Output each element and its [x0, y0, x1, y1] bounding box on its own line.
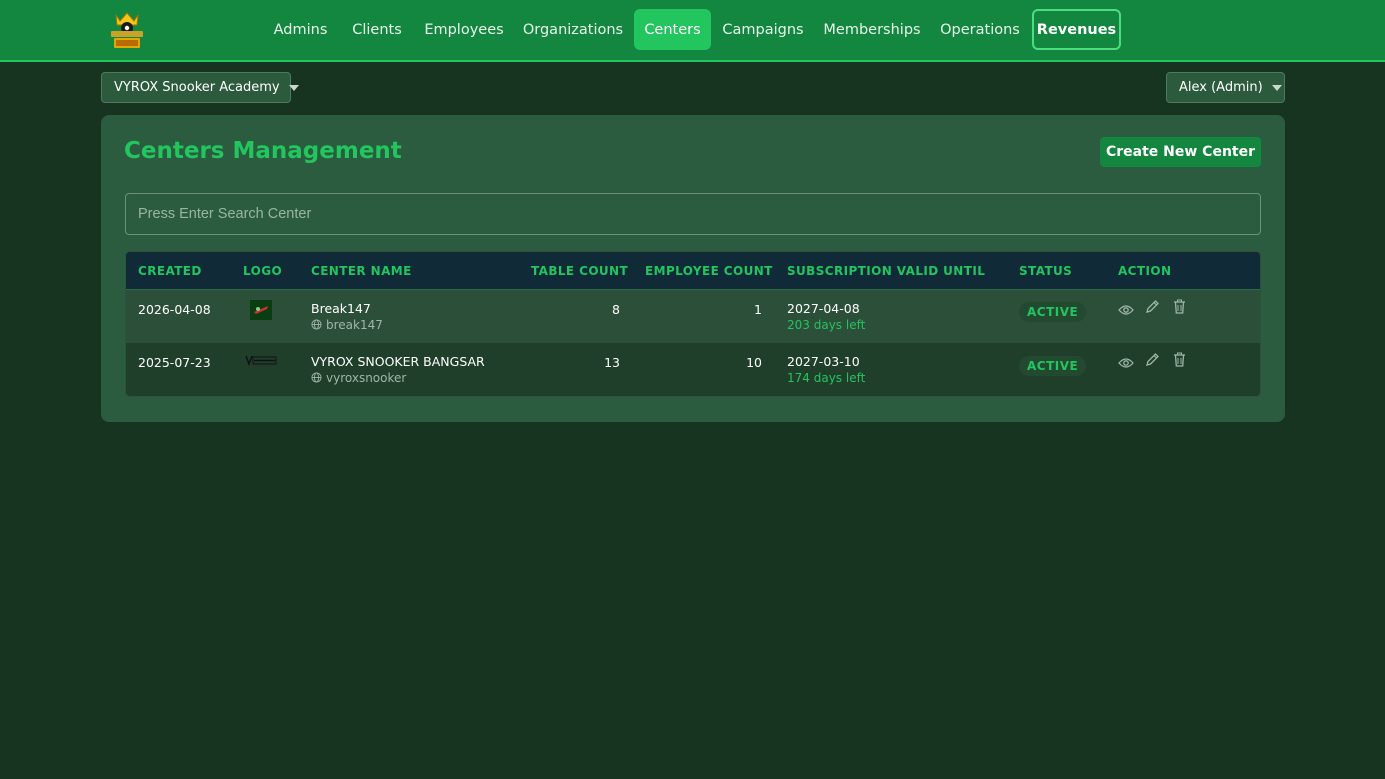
search-input[interactable]	[125, 193, 1261, 235]
center-logo	[245, 354, 277, 374]
created-date: 2025-07-23	[138, 355, 211, 370]
user-menu[interactable]: Alex (Admin)	[1166, 72, 1285, 103]
centers-panel: Centers Management Create New Center CRE…	[101, 115, 1285, 422]
nav-memberships[interactable]: Memberships	[815, 9, 929, 50]
valid-until-date: 2027-03-10	[787, 354, 860, 369]
center-slug-text: break147	[326, 318, 383, 332]
edit-pencil-icon[interactable]	[1145, 299, 1160, 318]
header-created[interactable]: CREATED	[138, 252, 202, 290]
header-center-name[interactable]: CENTER NAME	[311, 252, 412, 290]
nav-clients[interactable]: Clients	[341, 9, 413, 50]
caret-down-icon	[288, 84, 299, 91]
days-left: 174 days left	[787, 371, 866, 385]
nav-revenues[interactable]: Revenues	[1032, 9, 1121, 50]
organization-selector-value: VYROX Snooker Academy	[114, 80, 280, 95]
status-badge: ACTIVE	[1019, 302, 1087, 322]
page-title: Centers Management	[124, 138, 402, 164]
header-employee-count[interactable]: EMPLOYEE COUNT	[645, 252, 773, 290]
delete-trash-icon[interactable]	[1173, 352, 1186, 371]
nav-admins[interactable]: Admins	[262, 9, 339, 50]
table-header: CREATED LOGO CENTER NAME TABLE COUNT EMP…	[126, 252, 1260, 290]
nav-centers[interactable]: Centers	[634, 9, 711, 50]
header-logo: LOGO	[243, 264, 283, 278]
table-count: 13	[604, 355, 620, 370]
center-name[interactable]: Break147	[311, 301, 371, 316]
organization-selector[interactable]: VYROX Snooker Academy	[101, 72, 299, 103]
center-slug-text: vyroxsnooker	[326, 371, 407, 385]
globe-icon	[311, 372, 322, 383]
table-row: 2026-04-08 Break147 break147 8 1 2027-04…	[126, 290, 1260, 343]
center-slug: vyroxsnooker	[311, 371, 406, 385]
nav-campaigns[interactable]: Campaigns	[714, 9, 812, 50]
center-logo	[250, 300, 272, 324]
center-name[interactable]: VYROX SNOOKER BANGSAR	[311, 354, 485, 369]
employee-count: 10	[746, 355, 762, 370]
table-count: 8	[612, 302, 620, 317]
centers-table: CREATED LOGO CENTER NAME TABLE COUNT EMP…	[125, 251, 1261, 397]
view-eye-icon[interactable]	[1118, 354, 1134, 373]
nav-employees[interactable]: Employees	[415, 9, 513, 50]
create-center-button[interactable]: Create New Center	[1100, 137, 1261, 167]
nav-organizations[interactable]: Organizations	[515, 9, 631, 50]
globe-icon	[311, 319, 322, 330]
user-menu-label: Alex (Admin)	[1179, 80, 1263, 95]
employee-count: 1	[754, 302, 762, 317]
edit-pencil-icon[interactable]	[1145, 352, 1160, 371]
top-navbar: Admins Clients Employees Organizations C…	[0, 0, 1385, 62]
center-slug: break147	[311, 318, 383, 332]
days-left: 203 days left	[787, 318, 866, 332]
table-row: 2025-07-23 VYROX SNOOKER BANGSAR vyroxsn…	[126, 343, 1260, 396]
snooker-king-logo[interactable]	[108, 11, 146, 49]
header-table-count[interactable]: TABLE COUNT	[531, 252, 628, 290]
caret-down-icon	[1271, 84, 1282, 91]
created-date: 2026-04-08	[138, 302, 211, 317]
header-action: ACTION	[1118, 264, 1172, 278]
valid-until-date: 2027-04-08	[787, 301, 860, 316]
header-subscription[interactable]: SUBSCRIPTION VALID UNTIL	[787, 252, 985, 290]
header-status[interactable]: STATUS	[1019, 252, 1072, 290]
status-badge: ACTIVE	[1019, 356, 1087, 376]
view-eye-icon[interactable]	[1118, 301, 1134, 320]
delete-trash-icon[interactable]	[1173, 299, 1186, 318]
nav-operations[interactable]: Operations	[932, 9, 1028, 50]
